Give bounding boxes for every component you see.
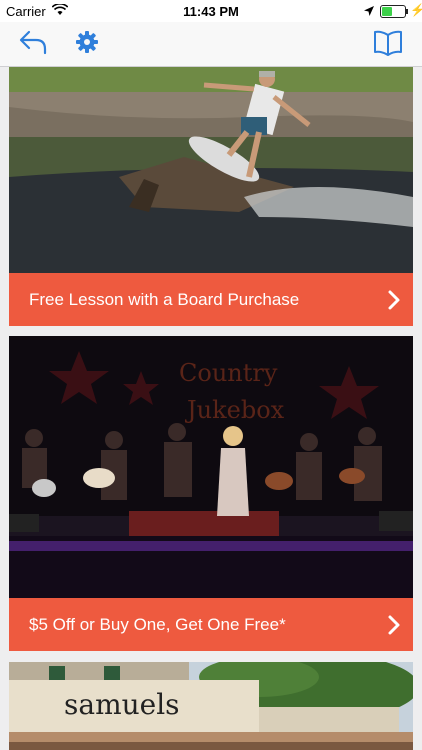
location-arrow-icon <box>364 4 374 19</box>
gear-icon[interactable] <box>74 29 100 60</box>
deal-photo-skimboard <box>9 67 413 273</box>
status-bar: Carrier 11:43 PM ⚡ <box>0 0 422 22</box>
deal-card[interactable]: Country Jukebox $5 Off or Buy One, Get O… <box>9 336 413 651</box>
clock-time: 11:43 PM <box>183 4 239 19</box>
back-arrow-icon[interactable] <box>18 29 48 60</box>
charging-bolt-icon: ⚡ <box>410 3 422 17</box>
battery-icon <box>380 5 408 18</box>
svg-text:samuels: samuels <box>64 688 180 721</box>
deal-banner[interactable]: $5 Off or Buy One, Get One Free* <box>9 598 413 651</box>
navigation-bar <box>0 22 422 67</box>
deal-card[interactable]: samuels <box>9 662 413 750</box>
chevron-right-icon <box>387 289 401 316</box>
chevron-right-icon <box>387 614 401 641</box>
deal-photo-concert: Country Jukebox <box>9 336 413 598</box>
deal-card[interactable]: Free Lesson with a Board Purchase <box>9 67 413 326</box>
deal-title: Free Lesson with a Board Purchase <box>29 290 300 309</box>
svg-text:Jukebox: Jukebox <box>184 396 285 424</box>
deal-photo-storefront: samuels <box>9 662 413 750</box>
svg-text:Country: Country <box>179 359 278 387</box>
deals-feed[interactable]: Free Lesson with a Board Purchase Countr… <box>0 67 422 750</box>
deal-title: $5 Off or Buy One, Get One Free* <box>29 615 286 634</box>
deal-banner[interactable]: Free Lesson with a Board Purchase <box>9 273 413 326</box>
open-book-icon[interactable] <box>372 29 404 62</box>
